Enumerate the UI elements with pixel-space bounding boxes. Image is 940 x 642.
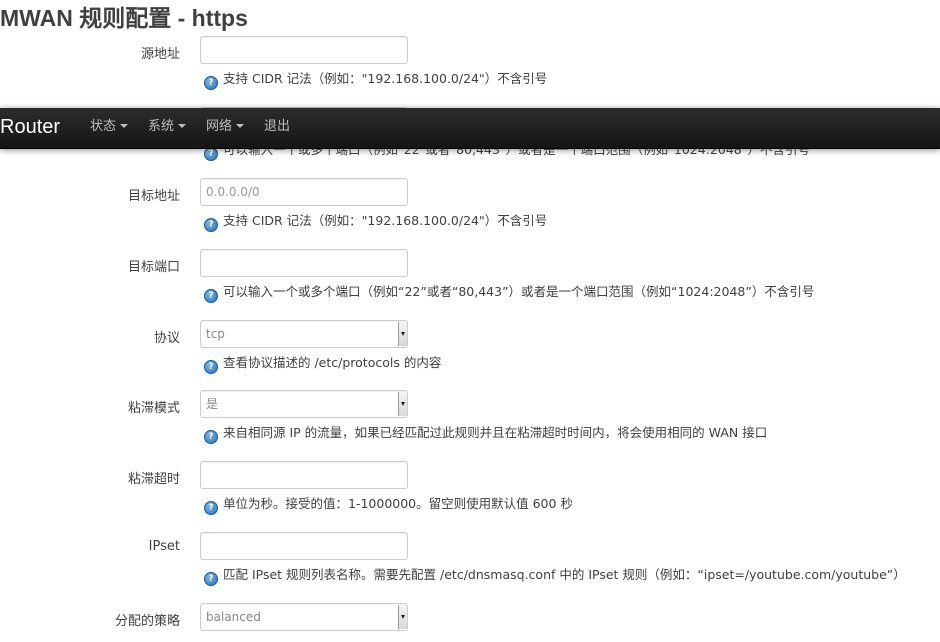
nav-menu-network[interactable]: 网络 — [206, 119, 245, 135]
nav-menu-system[interactable]: 系统 — [148, 119, 187, 135]
ipset-help-text: 匹配 IPset 规则列表名称。需要先配置 /etc/dnsmasq.conf … — [223, 567, 906, 582]
dest-port-help-text: 可以输入一个或多个端口（例如“22”或者“80,443”）或者是一个端口范围（例… — [223, 284, 815, 299]
dest-ip-label: 目标地址 — [127, 189, 180, 204]
src-ip-help: ? 支持 CIDR 记法（例如："192.168.100.0/24"）不含引号 — [204, 71, 547, 90]
form-row-sticky: 粘滞模式 是 ? 来自相同源 IP 的流量，如果已经匹配过此规则并且在粘滞超时时间… — [0, 390, 940, 460]
dest-port-help: ? 可以输入一个或多个端口（例如“22”或者“80,443”）或者是一个端口范围（… — [204, 284, 814, 303]
caret-down-icon — [398, 392, 407, 416]
nav-menu-logout[interactable]: 退出 — [264, 119, 290, 135]
caret-down-icon — [178, 124, 187, 128]
help-icon: ? — [204, 218, 218, 232]
proto-label: 协议 — [153, 331, 180, 346]
caret-down-icon — [398, 605, 407, 629]
caret-down-icon — [398, 322, 407, 346]
sticky-help-text: 来自相同源 IP 的流量，如果已经匹配过此规则并且在粘滞超时时间内，将会使用相同… — [223, 425, 768, 440]
proto-select[interactable]: tcp — [200, 320, 408, 348]
nav-menu-logout-label: 退出 — [264, 119, 291, 134]
timeout-input[interactable] — [200, 461, 408, 489]
src-ip-help-text: 支持 CIDR 记法（例如："192.168.100.0/24"）不含引号 — [223, 71, 548, 86]
timeout-label: 粘滞超时 — [127, 472, 180, 487]
top-navbar: Router 状态 系统 网络 退出 — [0, 108, 940, 149]
policy-label: 分配的策略 — [114, 614, 180, 629]
nav-menu-status[interactable]: 状态 — [90, 119, 129, 135]
help-icon: ? — [204, 147, 218, 161]
proto-select-value: tcp — [206, 327, 225, 341]
dest-ip-help: ? 支持 CIDR 记法（例如："192.168.100.0/24"）不含引号 — [204, 213, 547, 232]
form-row-ipset: IPset ? 匹配 IPset 规则列表名称。需要先配置 /etc/dnsmas… — [0, 532, 940, 602]
nav-menu-system-label: 系统 — [148, 119, 175, 134]
dest-ip-help-text: 支持 CIDR 记法（例如："192.168.100.0/24"）不含引号 — [223, 213, 548, 228]
page: MWAN 规则配置 - https 源地址 ? 支持 CIDR 记法（例如："19… — [0, 0, 940, 642]
sticky-select-value: 是 — [206, 397, 219, 411]
help-icon: ? — [204, 76, 218, 90]
src-ip-label: 源地址 — [140, 47, 180, 62]
caret-down-icon — [120, 124, 129, 128]
policy-select[interactable]: balanced — [200, 603, 408, 631]
brand-logo[interactable]: Router — [0, 115, 60, 139]
caret-down-icon — [236, 124, 245, 128]
src-ip-input[interactable] — [200, 36, 408, 64]
form-row-dest-port: 目标端口 ? 可以输入一个或多个端口（例如“22”或者“80,443”）或者是一个… — [0, 249, 940, 319]
ipset-help: ? 匹配 IPset 规则列表名称。需要先配置 /etc/dnsmasq.conf… — [204, 567, 906, 586]
timeout-help-text: 单位为秒。接受的值：1-1000000。留空则使用默认值 600 秒 — [223, 496, 573, 511]
page-title: MWAN 规则配置 - https — [0, 5, 248, 31]
sticky-select[interactable]: 是 — [200, 390, 408, 418]
form-row-dest-ip: 目标地址 ? 支持 CIDR 记法（例如："192.168.100.0/24"）不… — [0, 178, 940, 248]
timeout-help: ? 单位为秒。接受的值：1-1000000。留空则使用默认值 600 秒 — [204, 496, 573, 515]
proto-help: ? 查看协议描述的 /etc/protocols 的内容 — [204, 355, 441, 374]
help-icon: ? — [204, 572, 218, 586]
form-row-src-ip: 源地址 ? 支持 CIDR 记法（例如："192.168.100.0/24"）不含… — [0, 36, 940, 106]
help-icon: ? — [204, 360, 218, 374]
ipset-input[interactable] — [200, 532, 408, 560]
help-icon: ? — [204, 501, 218, 515]
form-row-timeout: 粘滞超时 ? 单位为秒。接受的值：1-1000000。留空则使用默认值 600 秒 — [0, 461, 940, 531]
dest-ip-input[interactable] — [200, 178, 408, 206]
sticky-label: 粘滞模式 — [127, 401, 180, 416]
dest-port-label: 目标端口 — [127, 260, 180, 275]
proto-help-text: 查看协议描述的 /etc/protocols 的内容 — [223, 355, 442, 370]
sticky-help: ? 来自相同源 IP 的流量，如果已经匹配过此规则并且在粘滞超时时间内，将会使用相… — [204, 425, 767, 444]
help-icon: ? — [204, 430, 218, 444]
form-row-proto: 协议 tcp ? 查看协议描述的 /etc/protocols 的内容 — [0, 320, 940, 390]
dest-port-input[interactable] — [200, 249, 408, 277]
form-row-policy: 分配的策略 balanced — [0, 603, 940, 642]
nav-menu-network-label: 网络 — [206, 119, 233, 134]
policy-select-value: balanced — [206, 610, 261, 624]
ipset-label: IPset — [148, 539, 180, 554]
help-icon: ? — [204, 289, 218, 303]
nav-menu-status-label: 状态 — [90, 119, 117, 134]
